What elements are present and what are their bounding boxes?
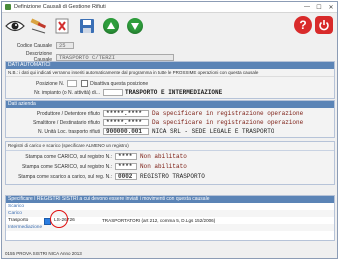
produttore-code-field[interactable]: *****.**** <box>103 110 149 117</box>
unita-locale-label: N. Unità Loc. trasporto rifiuti <box>38 128 100 135</box>
disattiva-label: Disattiva questa posizione <box>90 80 149 87</box>
unita-locale-code-field[interactable]: 900000.001 <box>103 128 149 135</box>
sistri-header: Specificare I REGISTRI SISTRI a cui devo… <box>6 196 334 203</box>
registro-trasporto-label: Stampa come scarico a carico, sul reg. N… <box>18 173 112 180</box>
registro-scarico-field[interactable]: **** <box>115 163 137 170</box>
posizione-label: Posizione N. <box>36 80 65 87</box>
highlight-circle <box>50 210 68 228</box>
smaltitore-row: Smaltitore / Destinatario rifiuto *****.… <box>8 119 303 126</box>
sistri-item-scarico[interactable]: Scarico <box>6 203 334 210</box>
registro-scarico-desc: Non abilitato <box>140 163 187 170</box>
codice-field[interactable]: 25 <box>56 42 74 49</box>
arrow-up-icon <box>103 18 119 34</box>
produttore-label: Produttore / Detentore rifiuto <box>36 110 100 117</box>
toolbar: ? <box>2 13 337 39</box>
posizione-field[interactable] <box>67 80 78 87</box>
help-button[interactable]: ? <box>294 16 312 34</box>
floppy-icon <box>80 19 94 33</box>
registro-scarico-label: Stampa come SCARICO, sul registro N.: <box>21 163 112 170</box>
arrow-down-icon <box>127 18 143 34</box>
move-down-button[interactable] <box>125 16 145 36</box>
dati-azienda-header: Dati azienda <box>6 101 334 108</box>
maximize-button[interactable]: ☐ <box>313 4 325 11</box>
registri-header: Registri di carico e scarico (specificar… <box>6 142 334 151</box>
exit-button[interactable] <box>315 16 333 34</box>
posizione-row: Posizione N. Disattiva questa posizione <box>36 80 148 87</box>
registro-carico-label: Stampa come CARICO, sul registro N.: <box>25 153 112 160</box>
registro-scarico-row: Stampa come SCARICO, sul registro N.: **… <box>8 163 187 170</box>
sistri-item-trasporto[interactable]: Trasporto LS-26726 TRASPORTATORI (art 21… <box>6 210 334 228</box>
delete-icon <box>55 18 69 34</box>
title-bar: Definizione Causali di Gestione Rifiuti … <box>2 2 337 13</box>
dati-automatici-header: DATI AUTOMATICI <box>6 62 334 69</box>
unita-locale-row: N. Unità Loc. trasporto rifiuti 900000.0… <box>8 128 274 135</box>
dati-automatici-note: N.B.: i dati qui indicati verranno inser… <box>6 69 334 77</box>
registri-section: Registri di carico e scarico (specificar… <box>5 141 335 185</box>
registro-trasporto-desc: REGISTRO TRASPORTO <box>140 173 205 180</box>
close-button[interactable]: ✕ <box>325 4 337 11</box>
eye-icon <box>5 20 25 32</box>
dati-azienda-section: Dati azienda Produttore / Detentore rifi… <box>5 100 335 138</box>
registro-carico-field[interactable]: **** <box>115 153 137 160</box>
codice-row: Codice Causale 25 <box>14 42 74 49</box>
window-controls: — ☐ ✕ <box>301 4 337 11</box>
impianto-value: TRASPORTO E INTERMEDIAZIONE <box>125 89 223 96</box>
smaltitore-desc: Da specificare in registrazione operazio… <box>152 119 304 126</box>
unita-locale-desc: NICA SRL - SEDE LEGALE E TRASPORTO <box>152 128 275 135</box>
impianto-code-field[interactable] <box>103 89 123 96</box>
main-window: Definizione Causali di Gestione Rifiuti … <box>1 1 338 259</box>
delete-button[interactable] <box>53 16 73 36</box>
brush-icon <box>30 18 47 34</box>
status-bar: 0155 PROVA SISTRI NICA Anno 2013 <box>2 250 337 258</box>
disattiva-checkbox[interactable] <box>81 80 89 87</box>
save-button[interactable] <box>77 16 97 36</box>
dati-automatici-section: DATI AUTOMATICI N.B.: i dati qui indicat… <box>5 61 335 99</box>
power-icon <box>319 20 329 31</box>
produttore-desc: Da specificare in registrazione operazio… <box>152 110 304 117</box>
app-icon <box>5 4 11 10</box>
registro-trasporto-field[interactable]: 0002 <box>115 173 137 180</box>
registro-carico-desc: Non abilitato <box>140 153 187 160</box>
produttore-row: Produttore / Detentore rifiuto *****.***… <box>8 110 303 117</box>
minimize-button[interactable]: — <box>301 4 313 11</box>
codice-label: Codice Causale <box>16 42 52 49</box>
move-up-button[interactable] <box>101 16 121 36</box>
impianto-row: Nr. impianto (o N. attività) di... TRASP… <box>12 89 222 96</box>
sistri-section: Specificare I REGISTRI SISTRI a cui devo… <box>5 195 335 241</box>
registro-carico-row: Stampa come CARICO, sul registro N.: ***… <box>8 153 187 160</box>
sistri-trasporto-label: Trasporto <box>8 218 29 223</box>
view-button[interactable] <box>5 16 25 36</box>
sistri-trasporto-desc: TRASPORTATORI (art 212, comma 5, D.Lgs 1… <box>102 218 216 223</box>
descrizione-field[interactable]: TRASPORTO C/TERZI <box>56 53 174 61</box>
edit-button[interactable] <box>29 16 49 36</box>
smaltitore-code-field[interactable]: *****.**** <box>103 119 149 126</box>
impianto-label: Nr. impianto (o N. attività) di... <box>34 89 100 96</box>
window-title: Definizione Causali di Gestione Rifiuti <box>14 4 106 10</box>
registro-trasporto-row: Stampa come scarico a carico, sul reg. N… <box>8 173 205 180</box>
smaltitore-label: Smaltitore / Destinatario rifiuto <box>33 119 100 126</box>
